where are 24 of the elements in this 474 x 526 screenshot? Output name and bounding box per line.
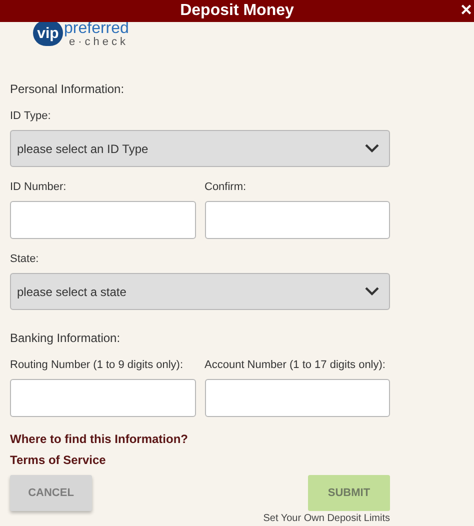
dropdown[interactable]: please select an ID Type — [10, 130, 390, 167]
input-field[interactable] — [10, 379, 196, 417]
window-title: Deposit Money — [180, 3, 294, 19]
field-label: Routing Number (1 to 9 digits only): — [10, 360, 184, 371]
chevron-down-icon — [365, 144, 379, 153]
close-button[interactable]: ✕ — [460, 3, 473, 18]
field-label: ID Number: — [10, 182, 68, 193]
logo-badge: vip — [33, 20, 63, 46]
field-label: ID Type: — [10, 111, 52, 122]
dropdown[interactable]: please select a state — [10, 273, 390, 310]
logo-text: preferred — [64, 21, 129, 37]
input-field[interactable] — [204, 379, 390, 417]
field-label: Confirm: — [204, 182, 248, 193]
field-label: Account Number (1 to 17 digits only): — [204, 360, 386, 371]
section-heading: Banking Information: — [10, 332, 122, 344]
field-label: State: — [10, 254, 40, 265]
input-field[interactable] — [204, 201, 390, 239]
deposit-limits-link[interactable]: Set Your Own Deposit Limits — [263, 514, 390, 524]
logo-subtext: e·check — [69, 37, 129, 48]
help-link[interactable]: Where to find this Information? — [10, 433, 390, 445]
chevron-down-icon — [365, 287, 379, 296]
terms-link[interactable]: Terms of Service — [10, 454, 390, 466]
section-heading: Personal Information: — [10, 83, 126, 95]
input-field[interactable] — [10, 201, 196, 239]
